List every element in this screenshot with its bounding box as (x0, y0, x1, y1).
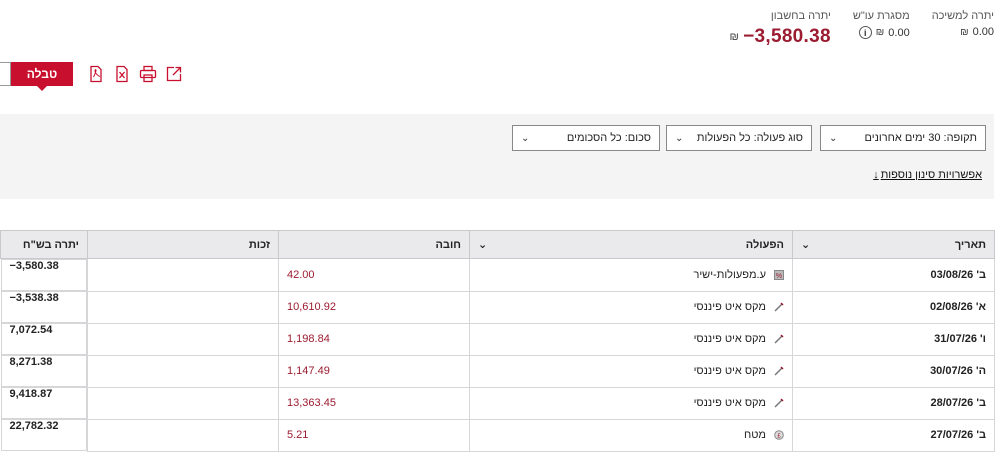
col-header-date[interactable]: תאריך ⌄ (792, 230, 995, 259)
table-row[interactable]: ב' 27/07/26 £ מטח 5.21 22,782.32 (0, 418, 995, 452)
svg-text:%: % (776, 273, 782, 280)
credit-line: מסגרת עו"ש i ₪ 0.00 (853, 10, 910, 48)
chevron-down-icon: ⌄ (521, 132, 530, 144)
withdraw-value: 0.00 (972, 26, 994, 38)
credit-line-value: 0.00 (888, 26, 910, 39)
transactions-table: תאריך ⌄ הפעולה ⌄ חובה זכות יתרה בש"ח ב' 03… (0, 230, 995, 452)
cell-action: מקס איט פיננסי (469, 354, 793, 388)
excel-icon[interactable] (113, 65, 131, 83)
cell-balance: −3,580.38 (0, 259, 87, 291)
balance-summary: יתרה בחשבון ₪ −3,580.38 מסגרת עו"ש i ₪ 0.00… (725, 10, 994, 48)
commission-icon: % (774, 269, 784, 280)
col-header-debit: חובה (278, 230, 470, 259)
cell-credit (87, 258, 279, 292)
share-icon[interactable] (165, 65, 183, 83)
cell-credit (87, 290, 279, 324)
currency-symbol: ₪ (875, 27, 885, 38)
pdf-icon[interactable] (87, 65, 105, 83)
pen-icon (774, 334, 784, 344)
cell-credit (87, 386, 279, 420)
cell-date: ה' 30/07/26 (792, 354, 995, 388)
table-row[interactable]: ה' 30/07/26 מקס איט פיננסי 1,147.49 8,27… (0, 354, 995, 388)
pen-icon (774, 366, 784, 376)
print-icon[interactable] (139, 65, 157, 83)
cell-debit: 10,610.92 (278, 290, 470, 324)
table-row[interactable]: ב' 28/07/26 מקס איט פיננסי 13,363.45 9,4… (0, 386, 995, 420)
view-toolbar: טבלה (0, 62, 183, 91)
table-row[interactable]: ו' 31/07/26 מקס איט פיננסי 1,198.84 7,07… (0, 322, 995, 356)
available-to-withdraw: יתרה למשיכה ₪ 0.00 (932, 10, 994, 48)
arrow-down-icon: ↓ (873, 169, 879, 181)
export-tools (87, 65, 183, 83)
cell-credit (87, 418, 279, 452)
chevron-down-icon: ⌄ (829, 132, 838, 144)
account-balance: יתרה בחשבון ₪ −3,580.38 (725, 10, 830, 48)
period-select-value: תקופה: 30 ימים אחרונים (864, 132, 977, 144)
cell-date: ב' 27/07/26 (792, 418, 995, 452)
currency-symbol: ₪ (960, 26, 969, 38)
cell-debit: 42.00 (278, 258, 470, 292)
cell-action: £ מטח (469, 418, 793, 452)
cell-credit (87, 354, 279, 388)
more-filter-options-label: אפשרויות סינון נוספות (880, 169, 982, 181)
cell-action: % ע.מפעולות-ישיר (469, 258, 793, 292)
table-row[interactable]: א' 02/08/26 מקס איט פיננסי 10,610.92 −3,… (0, 290, 995, 324)
col-header-balance: יתרה בש"ח (0, 230, 88, 259)
amount-select[interactable]: סכום: כל הסכומים ⌄ (512, 125, 660, 151)
cell-debit: 5.21 (278, 418, 470, 452)
cell-date: ב' 03/08/26 (792, 258, 995, 292)
currency-symbol: ₪ (729, 31, 740, 43)
chevron-down-icon: ⌄ (801, 239, 811, 251)
cell-action: מקס איט פיננסי (469, 290, 793, 324)
cell-date: ו' 31/07/26 (792, 322, 995, 356)
amount-select-value: סכום: כל הסכומים (566, 132, 651, 144)
cell-debit: 1,198.84 (278, 322, 470, 356)
col-header-action[interactable]: הפעולה ⌄ (469, 230, 793, 259)
cell-debit: 1,147.49 (278, 354, 470, 388)
table-body: ב' 03/08/26 % ע.מפעולות-ישיר 42.00 −3,580… (0, 258, 995, 452)
credit-line-label: מסגרת עו"ש (852, 10, 910, 22)
tab-other[interactable] (0, 62, 11, 86)
cell-balance: 7,072.54 (0, 323, 87, 355)
currency-icon: £ (774, 430, 784, 440)
chevron-down-icon: ⌄ (675, 132, 684, 144)
cell-action: מקס איט פיננסי (469, 386, 793, 420)
chevron-down-icon: ⌄ (478, 239, 488, 251)
action-type-select-value: סוג פעולה: כל הפעולות (696, 132, 803, 144)
cell-balance: 22,782.32 (0, 419, 87, 451)
tab-table[interactable]: טבלה (11, 62, 73, 91)
cell-credit (87, 322, 279, 356)
cell-balance: −3,538.38 (0, 291, 87, 323)
cell-date: א' 02/08/26 (792, 290, 995, 324)
pen-icon (774, 398, 784, 408)
withdraw-label: יתרה למשיכה (931, 10, 994, 22)
account-balance-label: יתרה בחשבון (770, 10, 831, 22)
pen-icon (774, 302, 784, 312)
table-header-row: תאריך ⌄ הפעולה ⌄ חובה זכות יתרה בש"ח (0, 230, 995, 259)
cell-debit: 13,363.45 (278, 386, 470, 420)
info-icon[interactable]: i (858, 26, 872, 39)
table-row[interactable]: ב' 03/08/26 % ע.מפעולות-ישיר 42.00 −3,580… (0, 258, 995, 292)
account-balance-value: −3,580.38 (743, 26, 831, 47)
cell-balance: 9,418.87 (0, 387, 87, 419)
col-header-credit: זכות (87, 230, 279, 259)
cell-balance: 8,271.38 (0, 355, 87, 387)
cell-date: ב' 28/07/26 (792, 386, 995, 420)
action-type-select[interactable]: סוג פעולה: כל הפעולות ⌄ (666, 125, 812, 151)
cell-action: מקס איט פיננסי (469, 322, 793, 356)
more-filter-options-link[interactable]: אפשרויות סינון נוספות ↓ (873, 169, 982, 181)
filter-panel: תקופה: 30 ימים אחרונים ⌄ סוג פעולה: כל ה… (0, 114, 994, 199)
period-select[interactable]: תקופה: 30 ימים אחרונים ⌄ (820, 125, 986, 151)
